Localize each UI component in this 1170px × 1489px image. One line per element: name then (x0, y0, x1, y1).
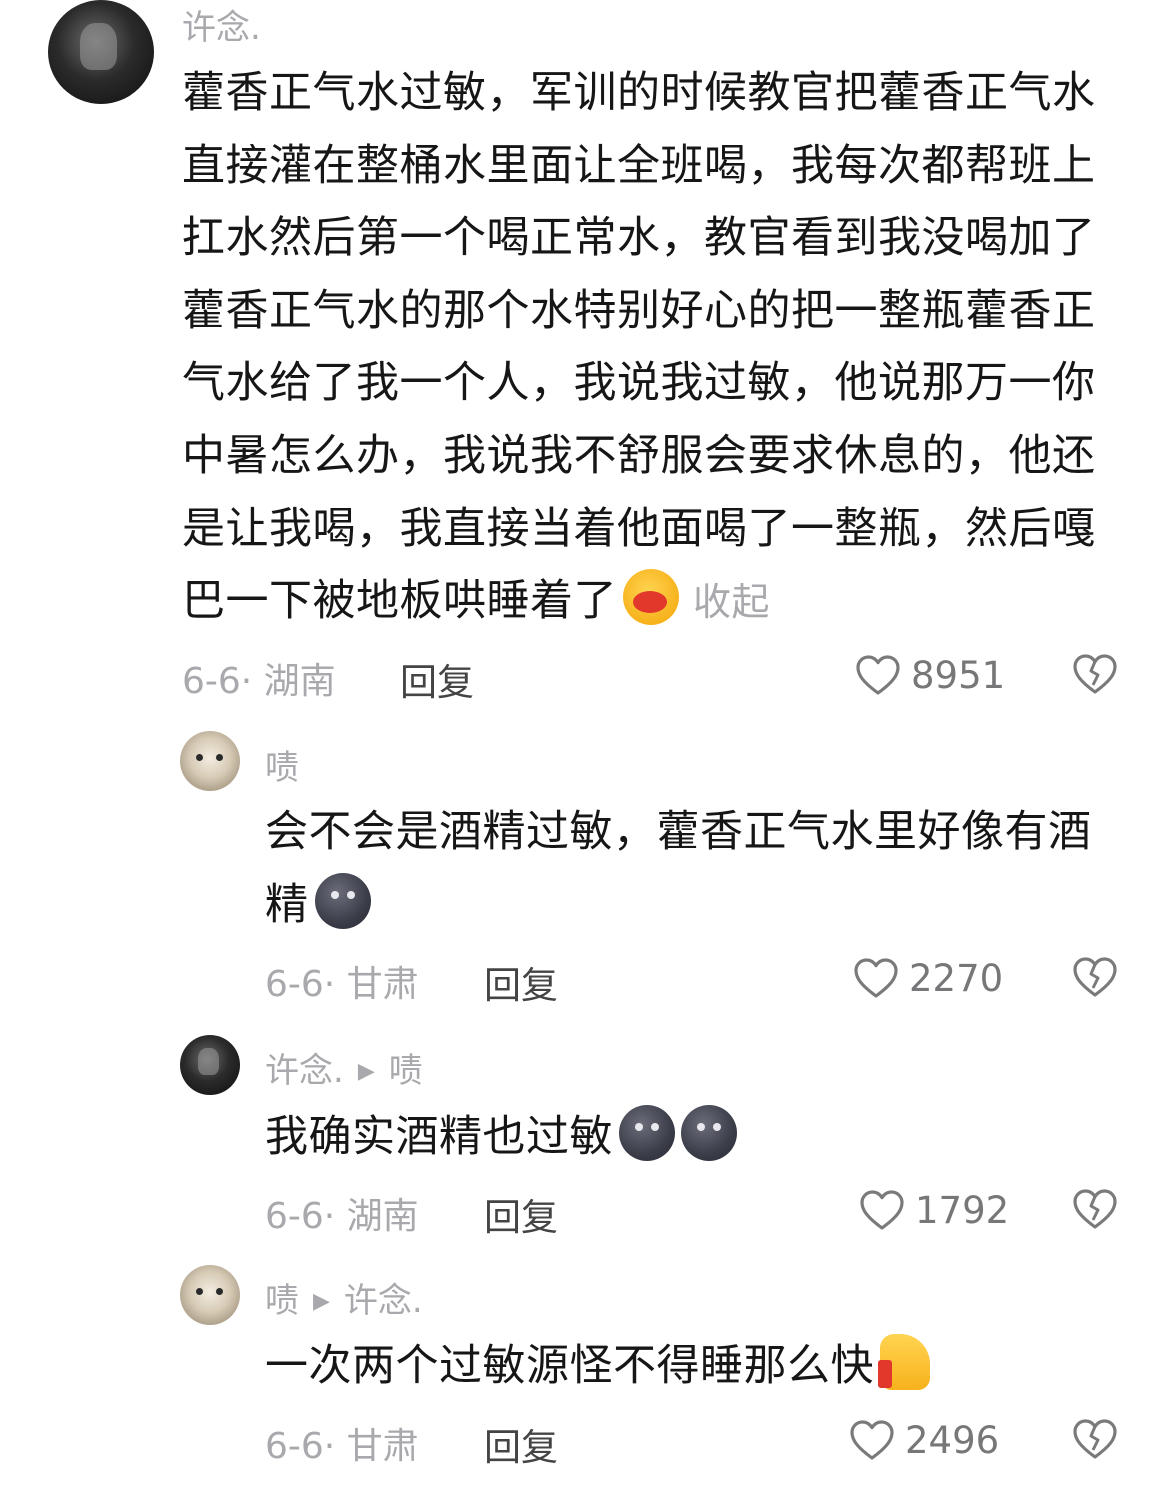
heart-outline-icon (856, 655, 900, 695)
moon-face-emoji (681, 1105, 737, 1161)
broken-heart-icon[interactable] (1072, 1417, 1118, 1461)
avatar[interactable] (180, 731, 240, 791)
like-button[interactable]: 2270 (853, 953, 1003, 1003)
comment-text: 一次两个过敏源怪不得睡那么快 (265, 1330, 930, 1403)
moon-face-emoji (619, 1105, 675, 1161)
like-button[interactable]: 1792 (859, 1185, 1009, 1235)
comment-line-text: 巴一下被地板哄睡着了 (182, 576, 617, 627)
avatar[interactable] (180, 1035, 240, 1095)
kiss-face-emoji (623, 569, 679, 626)
author-name[interactable]: 啧 (265, 748, 299, 788)
comment-meta: 6-6· 甘肃 (265, 1426, 419, 1467)
comment-meta: 6-6· 湖南 (265, 1196, 419, 1237)
reply-button[interactable]: 回复 (400, 652, 474, 706)
triangle-right-icon: ▶ (313, 1289, 330, 1314)
comment-line-last: 一次两个过敏源怪不得睡那么快 (265, 1330, 930, 1403)
moon-face-emoji (314, 872, 371, 929)
comment-author[interactable]: 许念. ▶ 啧 (265, 1043, 423, 1092)
author-name[interactable]: 许念. (265, 1051, 344, 1091)
comment-meta: 6-6· 甘肃 (265, 964, 419, 1005)
comment-text: 我确实酒精也过敏 (265, 1101, 737, 1174)
comment-text: 藿香正气水过敏，军训的时候教官把藿香正气水 直接灌在整桶水里面让全班喝，我每次都… (182, 57, 1096, 639)
like-count: 2270 (909, 956, 1004, 1000)
comment-author[interactable]: 啧 ▶ 许念. (265, 1273, 423, 1322)
comment-line-text: 一次两个过敏源怪不得睡那么快 (265, 1341, 874, 1391)
heart-outline-icon (850, 1420, 894, 1460)
triangle-right-icon: ▶ (357, 1059, 375, 1084)
comment-line: 会不会是酒精过敏，藿香正气水里好像有酒 (265, 807, 1092, 857)
comment-line: 是让我喝，我直接当着他面喝了一整瓶，然后嘎 (182, 503, 1096, 554)
reply-button[interactable]: 回复 (484, 1187, 558, 1241)
reply-to-name[interactable]: 许念. (344, 1281, 423, 1321)
comment-line: 直接灌在整桶水里面让全班喝，我每次都帮班上 (182, 140, 1096, 191)
reply-button[interactable]: 回复 (484, 1417, 558, 1471)
comment-line: 藿香正气水过敏，军训的时候教官把藿香正气水 (182, 68, 1096, 118)
collapse-button[interactable]: 收起 (693, 580, 770, 624)
comment-line-last: 我确实酒精也过敏 (265, 1101, 737, 1174)
author-name[interactable]: 许念. (182, 8, 261, 48)
author-name[interactable]: 啧 (265, 1281, 299, 1321)
broken-heart-icon[interactable] (1072, 1187, 1118, 1231)
like-button[interactable]: 8951 (855, 650, 1005, 700)
comment-meta: 6-6· 湖南 (182, 661, 336, 702)
like-button[interactable]: 2496 (849, 1415, 999, 1465)
heart-outline-icon (860, 1190, 904, 1230)
comment-line: 中暑怎么办，我说我不舒服会要求休息的，他还 (182, 430, 1096, 481)
comment-line-text: 我确实酒精也过敏 (265, 1112, 613, 1162)
avatar[interactable] (180, 1265, 240, 1325)
comment-line: 藿香正气水的那个水特别好心的把一整瓶藿香正 (182, 285, 1096, 336)
thumbs-up-emoji (878, 1334, 930, 1390)
like-count: 8951 (911, 653, 1006, 697)
comment-line-last: 巴一下被地板哄睡着了 收起 (182, 565, 1096, 639)
like-count: 1792 (915, 1188, 1010, 1232)
reply-button[interactable]: 回复 (484, 955, 558, 1009)
avatar[interactable] (48, 0, 154, 104)
reply-to-name[interactable]: 啧 (389, 1051, 423, 1091)
comment-line: 气水给了我一个人，我说我过敏，他说那万一你 (182, 358, 1096, 409)
broken-heart-icon[interactable] (1072, 955, 1118, 999)
heart-outline-icon (854, 958, 898, 998)
broken-heart-icon[interactable] (1072, 652, 1118, 696)
comment-line-last: 精 (265, 869, 1092, 942)
comment-text: 会不会是酒精过敏，藿香正气水里好像有酒 精 (265, 796, 1092, 941)
comment-line: 扛水然后第一个喝正常水，教官看到我没喝加了 (182, 213, 1096, 264)
like-count: 2496 (905, 1418, 1000, 1462)
comment-author[interactable]: 许念. (182, 0, 261, 49)
comment-line-text: 精 (265, 879, 309, 930)
comment-author[interactable]: 啧 (265, 740, 299, 789)
